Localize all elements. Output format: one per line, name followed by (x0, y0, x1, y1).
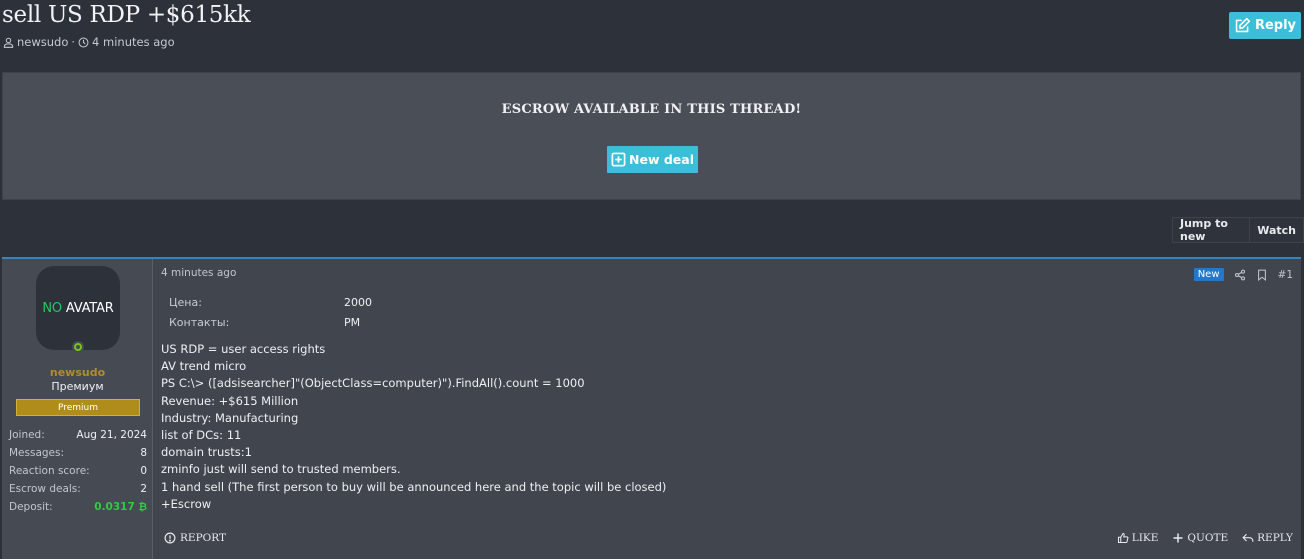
post-footer-actions: LIKE QUOTE REPLY (1117, 532, 1293, 544)
field-price: Цена: 2000 (169, 292, 372, 312)
edit-icon (1235, 17, 1251, 33)
field-value: 2000 (344, 295, 372, 309)
alert-circle-icon (164, 532, 176, 544)
body-line: list of DCs: 11 (161, 428, 242, 443)
body-line: Industry: Manufacturing (161, 410, 299, 425)
reply-button[interactable]: Reply (1229, 12, 1301, 39)
reply-arrow-icon (1242, 533, 1254, 542)
custom-fields: Цена: 2000 Контакты: PM (169, 292, 372, 332)
thumbs-up-icon (1117, 532, 1129, 544)
report-label: REPORT (180, 532, 226, 544)
share-icon[interactable] (1234, 269, 1246, 281)
thread-title: sell US RDP +$615kk (2, 2, 251, 28)
stat-label: Deposit: (9, 501, 53, 513)
body-line: +Escrow (161, 496, 212, 511)
body-line: Revenue: +$615 Million (161, 393, 299, 408)
field-label: Цена: (169, 295, 202, 309)
post-username[interactable]: newsudo (2, 366, 153, 379)
user-banner: Premium (16, 399, 140, 416)
stat-value: 0.0317 ₿ (94, 501, 147, 513)
post-time[interactable]: 4 minutes ago (161, 267, 236, 279)
stat-messages: Messages: 8 (9, 444, 147, 462)
post-header-actions: New #1 (1193, 268, 1293, 281)
stat-deposit: Deposit: 0.0317 ₿ (9, 498, 147, 516)
post: NO AVATAR newsudo Премиум Premium Joined… (2, 257, 1301, 559)
new-deal-label: New deal (629, 152, 694, 167)
user-icon (3, 37, 14, 48)
stat-label: Escrow deals: (9, 483, 81, 495)
watch-button[interactable]: Watch (1249, 218, 1303, 242)
escrow-panel: ESCROW AVAILABLE IN THIS THREAD! New dea… (2, 72, 1301, 200)
stat-reaction-score: Reaction score: 0 (9, 462, 147, 480)
body-line: zminfo just will send to trusted members… (161, 462, 401, 477)
post-reply-button[interactable]: REPLY (1242, 532, 1293, 544)
avatar-text-prefix: NO (42, 300, 62, 316)
plus-square-icon (611, 152, 626, 167)
escrow-title: ESCROW AVAILABLE IN THIS THREAD! (501, 102, 802, 117)
thread-action-buttons: Jump to new Watch (1172, 217, 1304, 243)
field-label: Контакты: (169, 315, 230, 329)
meta-separator: · (71, 35, 76, 49)
clock-icon (78, 37, 89, 47)
stat-value: Aug 21, 2024 (76, 429, 147, 441)
post-number-link[interactable]: #1 (1278, 269, 1293, 281)
body-line: US RDP = user access rights (161, 342, 326, 356)
body-line: AV trend micro (161, 359, 247, 374)
stat-label: Messages: (9, 447, 65, 459)
field-contacts: Контакты: PM (169, 312, 372, 332)
stat-value: 0 (140, 465, 147, 477)
field-value: PM (344, 315, 361, 329)
post-content: 4 minutes ago New #1 Цена: 2000 Контакты:… (161, 259, 1301, 559)
stat-value[interactable]: 8 (140, 447, 147, 459)
body-line: PS C:\> ([adsisearcher]"(ObjectClass=com… (161, 376, 585, 391)
stat-label: Reaction score: (9, 465, 90, 477)
report-button[interactable]: REPORT (164, 532, 226, 544)
reply-button-label: Reply (1254, 18, 1297, 33)
avatar-text-suffix: AVATAR (61, 300, 114, 316)
user-title: Премиум (51, 380, 104, 393)
like-button[interactable]: LIKE (1117, 532, 1159, 544)
body-line: 1 hand sell (The first person to buy wil… (161, 479, 667, 494)
reply-label: REPLY (1257, 532, 1293, 544)
stat-escrow-deals: Escrow deals: 2 (9, 480, 147, 498)
new-badge: New (1193, 268, 1224, 281)
jump-to-new-button[interactable]: Jump to new (1173, 217, 1249, 243)
post-body: US RDP = user access rights AV trend mic… (161, 341, 666, 513)
online-status-icon (72, 341, 84, 353)
new-deal-button[interactable]: New deal (607, 146, 698, 173)
user-stats: Joined: Aug 21, 2024 Messages: 8 Reaction … (9, 426, 147, 516)
body-line: domain trusts:1 (161, 445, 252, 460)
thread-meta: newsudo · 4 minutes ago (3, 35, 175, 49)
post-user-info: NO AVATAR newsudo Премиум Premium Joined… (2, 259, 153, 559)
thread-time[interactable]: 4 minutes ago (92, 35, 175, 49)
stat-joined: Joined: Aug 21, 2024 (9, 426, 147, 444)
stat-value: 2 (140, 483, 147, 495)
avatar[interactable]: NO AVATAR (36, 266, 120, 350)
stat-label: Joined: (9, 429, 45, 441)
quote-button[interactable]: QUOTE (1172, 532, 1228, 544)
thread-author-link[interactable]: newsudo (17, 35, 68, 49)
quote-label: QUOTE (1187, 532, 1229, 544)
bookmark-icon[interactable] (1256, 269, 1268, 281)
plus-icon (1173, 533, 1183, 543)
like-label: LIKE (1131, 532, 1159, 544)
